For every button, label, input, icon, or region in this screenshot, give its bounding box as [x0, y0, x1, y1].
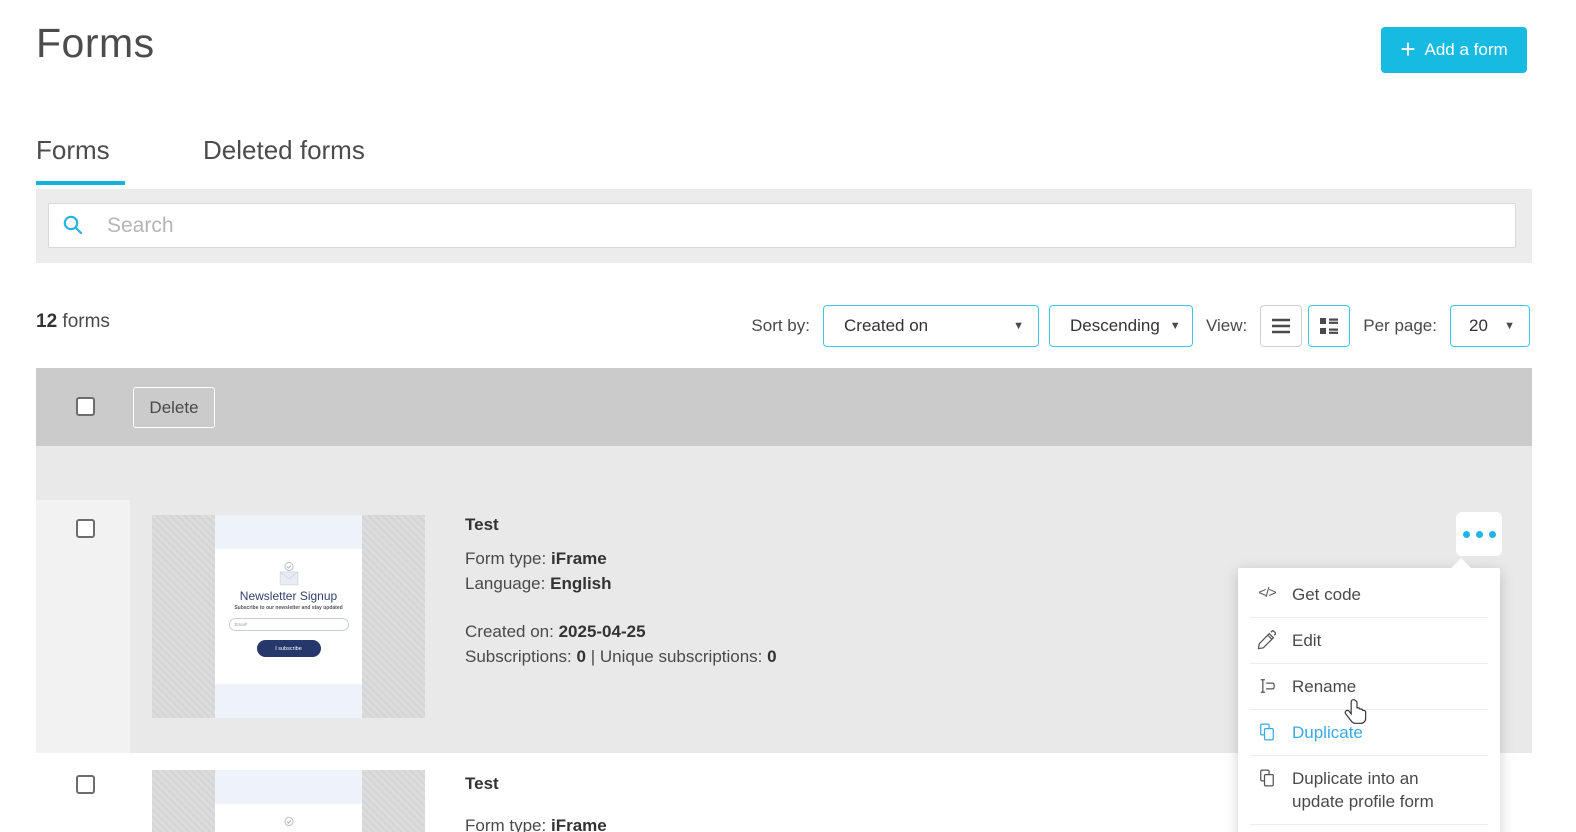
select-all-checkbox[interactable] — [76, 397, 95, 416]
tab-forms[interactable]: Forms — [36, 135, 110, 166]
view-label: View: — [1206, 316, 1248, 335]
subscriptions-value: 0 — [576, 647, 586, 666]
preview-title: Newsletter Signup — [239, 589, 338, 603]
preview-body — [215, 804, 362, 832]
chevron-down-icon: ▼ — [1013, 320, 1024, 332]
row-checkbox[interactable] — [76, 775, 95, 794]
sort-field-value: Created on — [844, 316, 929, 335]
code-icon: </> — [1258, 584, 1276, 600]
created-value: 2025-04-25 — [558, 622, 646, 641]
view-list-button[interactable] — [1260, 305, 1303, 347]
list-view-icon — [1272, 318, 1291, 334]
view-card-button[interactable] — [1308, 305, 1351, 347]
sort-direction-dropdown[interactable]: Descending ▼ — [1049, 305, 1193, 347]
preview-email-field: Email* — [228, 618, 349, 631]
form-type-label: Form type: — [465, 549, 547, 568]
preview-body: Newsletter Signup Subscribe to our newsl… — [215, 549, 362, 684]
sort-field-dropdown[interactable]: Created on ▼ — [823, 305, 1039, 347]
menu-item-delete[interactable]: Delete — [1238, 825, 1500, 832]
sort-by-label: Sort by: — [751, 316, 810, 335]
forms-page: Forms + Add a form Forms Deleted forms 1… — [0, 0, 1576, 832]
envelope-icon — [283, 816, 294, 827]
unique-subscriptions-label: Unique subscriptions: — [599, 647, 763, 666]
preview-header-strip — [215, 515, 362, 549]
unique-subscriptions-value: 0 — [767, 647, 777, 666]
rename-icon — [1256, 676, 1278, 696]
row-actions-button[interactable] — [1456, 512, 1502, 556]
checkbox-column — [36, 763, 130, 832]
per-page-value: 20 — [1469, 316, 1488, 335]
chevron-down-icon: ▼ — [1504, 320, 1515, 332]
menu-item-get-code[interactable]: </> Get code — [1238, 572, 1500, 617]
forms-count-value: 12 — [36, 311, 58, 332]
preview-header-strip — [215, 770, 362, 804]
tab-deleted-forms[interactable]: Deleted forms — [203, 135, 365, 166]
form-type-line: Form type: iFrame — [465, 813, 607, 832]
form-title: Test — [465, 774, 499, 793]
form-type-value: iFrame — [550, 816, 607, 832]
form-type-value: iFrame — [550, 549, 607, 568]
search-band — [36, 189, 1532, 263]
created-label: Created on: — [465, 622, 554, 641]
menu-item-rename[interactable]: Rename — [1238, 664, 1500, 709]
search-input[interactable] — [48, 203, 1516, 248]
language-line: Language: English — [465, 571, 777, 596]
forms-count-label: forms — [57, 311, 110, 332]
form-preview — [215, 770, 362, 832]
row-actions-menu: </> Get code Edit Rename Duplicate Dupli… — [1238, 558, 1500, 832]
form-thumbnail: Newsletter Signup Subscribe to our newsl… — [152, 515, 425, 718]
language-value: English — [550, 574, 612, 593]
ellipsis-icon — [1488, 530, 1496, 538]
created-line: Created on: 2025-04-25 — [465, 619, 777, 644]
pencil-icon — [1256, 630, 1278, 650]
menu-item-edit[interactable]: Edit — [1238, 618, 1500, 663]
pipe-separator: | — [590, 647, 596, 666]
list-toolbar: Sort by: Created on ▼ Descending ▼ View: — [748, 305, 1530, 347]
subscriptions-label: Subscriptions: — [465, 647, 572, 666]
duplicate-icon — [1256, 722, 1278, 742]
add-form-button-label: Add a form — [1424, 40, 1508, 59]
subscriptions-line: Subscriptions: 0 | Unique subscriptions:… — [465, 644, 777, 669]
table-spacer-row — [36, 446, 1532, 500]
form-details: Test Form type: iFrame — [465, 771, 607, 832]
preview-subtitle: Subscribe to our newsletter and stay upd… — [234, 605, 343, 611]
bulk-actions-bar: Delete — [36, 368, 1532, 446]
form-thumbnail — [152, 770, 425, 832]
form-title: Test — [465, 515, 499, 534]
ellipsis-icon — [1462, 530, 1470, 538]
per-page-dropdown[interactable]: 20 ▼ — [1450, 305, 1530, 347]
preview-subscribe-button: I subscribe — [256, 640, 321, 657]
card-view-icon — [1320, 318, 1339, 334]
form-type-label: Form type: — [465, 816, 547, 832]
ellipsis-icon — [1475, 530, 1483, 538]
language-label: Language: — [465, 574, 546, 593]
plus-icon: + — [1400, 33, 1416, 64]
envelope-icon — [279, 561, 298, 586]
menu-item-duplicate-update-profile[interactable]: Duplicate into an update profile form — [1238, 756, 1500, 824]
form-details: Test Form type: iFrame Language: English… — [465, 512, 777, 669]
duplicate-icon — [1256, 768, 1278, 788]
add-form-button[interactable]: + Add a form — [1381, 27, 1527, 73]
form-preview: Newsletter Signup Subscribe to our newsl… — [215, 515, 362, 718]
forms-count: 12 forms — [36, 311, 110, 333]
sort-direction-value: Descending — [1070, 316, 1160, 335]
active-tab-underline — [36, 181, 125, 185]
chevron-down-icon: ▼ — [1169, 320, 1181, 332]
form-type-line: Form type: iFrame — [465, 546, 777, 571]
menu-item-duplicate[interactable]: Duplicate — [1238, 710, 1500, 755]
preview-footer-strip — [215, 684, 362, 718]
row-checkbox[interactable] — [76, 519, 95, 538]
per-page-label: Per page: — [1363, 316, 1437, 335]
page-title: Forms — [36, 20, 155, 66]
bulk-delete-button[interactable]: Delete — [133, 387, 215, 428]
